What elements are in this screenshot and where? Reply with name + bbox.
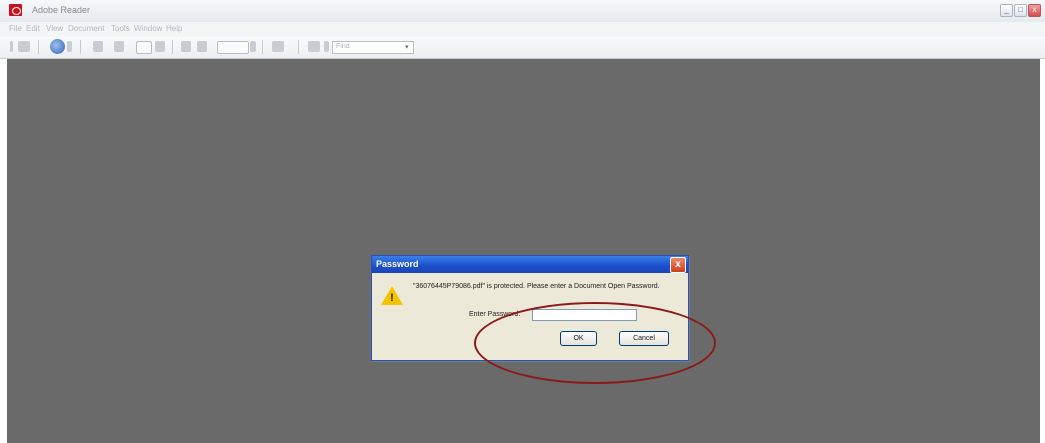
menu-help[interactable]: Help	[166, 24, 182, 33]
next-page-icon[interactable]	[114, 41, 124, 52]
menu-file[interactable]: File	[9, 24, 22, 33]
toolbar-grip	[10, 41, 13, 52]
dialog-title-bar: Password x	[372, 256, 688, 273]
document-area	[7, 59, 1040, 443]
dialog-title: Password	[376, 259, 419, 269]
menu-view[interactable]: View	[46, 24, 63, 33]
toolbar-separator	[262, 40, 263, 54]
window-controls: _ □ x	[1000, 4, 1041, 17]
warning-icon-mark: !	[390, 292, 394, 304]
find-placeholder: Find	[336, 43, 350, 50]
close-button[interactable]: x	[1028, 4, 1041, 17]
chevron-down-icon[interactable]	[67, 41, 72, 52]
chevron-down-icon[interactable]: ▾	[405, 43, 409, 51]
search-web-icon[interactable]	[50, 39, 65, 54]
save-icon[interactable]	[18, 41, 30, 52]
annotation-ellipse	[474, 302, 716, 384]
toolbar-separator	[172, 40, 173, 54]
toolbar	[0, 37, 1045, 59]
menu-edit[interactable]: Edit	[26, 24, 40, 33]
toolbar-separator	[80, 40, 81, 54]
dialog-message: "36076445P79086.pdf" is protected. Pleas…	[413, 283, 660, 290]
toolbar-separator	[298, 40, 299, 54]
menu-tools[interactable]: Tools	[111, 24, 130, 33]
find-input[interactable]: Find	[332, 41, 414, 54]
zoom-in-icon[interactable]	[197, 41, 207, 52]
menu-bar: File Edit View Document Tools Window Hel…	[0, 22, 1045, 37]
adobe-reader-window: Adobe Reader _ □ x File Edit View Docume…	[0, 0, 1045, 443]
page-count	[155, 41, 165, 52]
maximize-button[interactable]: □	[1014, 4, 1027, 17]
menu-window[interactable]: Window	[134, 24, 162, 33]
minimize-button[interactable]: _	[1000, 4, 1013, 17]
page-number-input[interactable]	[136, 41, 152, 54]
chevron-down-icon[interactable]	[250, 41, 256, 52]
adobe-reader-icon	[9, 4, 22, 16]
zoom-level-input[interactable]	[217, 41, 249, 54]
fit-page-icon[interactable]	[272, 41, 284, 52]
dialog-close-button[interactable]: x	[670, 257, 686, 273]
find-icon	[324, 41, 329, 52]
window-title: Adobe Reader	[32, 5, 91, 15]
toolbar-separator	[38, 40, 39, 54]
menu-document[interactable]: Document	[68, 24, 104, 33]
title-bar: Adobe Reader _ □ x	[0, 0, 1045, 22]
previous-page-icon[interactable]	[93, 41, 103, 52]
fit-width-icon[interactable]	[308, 41, 320, 52]
zoom-out-icon[interactable]	[181, 41, 191, 52]
